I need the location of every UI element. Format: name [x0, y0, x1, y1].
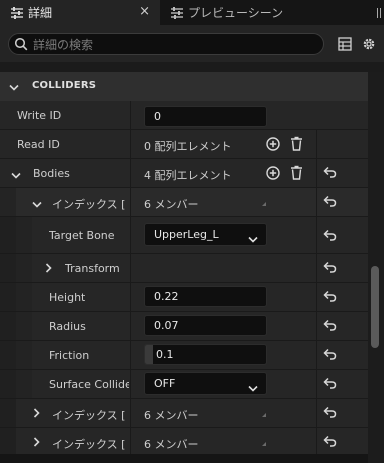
table-view-icon[interactable]	[338, 37, 352, 54]
tab-overflow-icon[interactable]	[377, 8, 381, 18]
gear-icon[interactable]	[361, 36, 377, 55]
surface-collider-value: OFF	[154, 377, 176, 390]
index-2-members: 6 メンバー	[144, 438, 199, 451]
chevron-right-icon[interactable]	[33, 437, 41, 450]
colliders-section-header[interactable]: COLLIDERS	[0, 72, 368, 101]
reset-icon[interactable]	[323, 290, 337, 305]
row-surface-collider: Surface Collider OFF	[0, 370, 368, 399]
reset-icon[interactable]	[323, 435, 337, 450]
surface-collider-dropdown[interactable]: OFF	[144, 372, 267, 395]
tab-details-label: 詳細	[28, 6, 53, 20]
target-bone-dropdown[interactable]: UpperLeg_L	[144, 223, 267, 246]
chevron-down-icon	[248, 379, 258, 400]
target-bone-value: UpperLeg_L	[154, 228, 219, 241]
tab-preview-scene-label: プレビューシーン	[188, 6, 284, 20]
reset-icon[interactable]	[323, 319, 337, 334]
details-icon	[10, 6, 24, 20]
friction-value: 0.1	[156, 348, 174, 361]
trash-icon[interactable]	[290, 136, 303, 154]
add-element-icon[interactable]	[266, 166, 280, 183]
friction-slider-fill	[145, 345, 153, 364]
bodies-label: Bodies	[33, 167, 70, 180]
row-height: Height 0.22	[0, 283, 368, 312]
height-field[interactable]: 0.22	[144, 286, 267, 307]
transform-label: Transform	[65, 262, 120, 275]
reset-icon[interactable]	[323, 229, 337, 244]
index-0-label: インデックス [ 0	[52, 198, 129, 211]
read-id-label: Read ID	[17, 138, 60, 151]
reset-icon[interactable]	[323, 261, 337, 276]
row-index-0: インデックス [ 0 6 メンバー	[0, 188, 368, 217]
row-target-bone: Target Bone UpperLeg_L	[0, 217, 368, 254]
reset-icon[interactable]	[323, 348, 337, 363]
friction-field[interactable]: 0.1	[144, 344, 267, 365]
chevron-right-icon[interactable]	[33, 408, 41, 421]
scrollbar-thumb[interactable]	[371, 266, 379, 348]
add-element-icon[interactable]	[266, 137, 280, 154]
row-write-id: Write ID 0	[0, 101, 368, 130]
reset-icon[interactable]	[323, 195, 337, 210]
tab-close-icon[interactable]: ×	[139, 4, 150, 19]
row-radius: Radius 0.07	[0, 312, 368, 341]
chevron-down-icon	[248, 230, 258, 251]
row-index-1: インデックス [ 1 6 メンバー	[0, 399, 368, 428]
resize-grip-icon	[262, 413, 266, 417]
row-friction: Friction 0.1	[0, 341, 368, 370]
tab-preview-scene[interactable]: プレビューシーン	[160, 0, 384, 25]
read-id-count: 0 配列エレメント	[144, 140, 232, 153]
section-title: COLLIDERS	[32, 80, 97, 91]
surface-collider-label: Surface Collider	[49, 378, 129, 391]
search-icon	[14, 37, 28, 54]
radius-field[interactable]: 0.07	[144, 315, 267, 336]
tab-details[interactable]: 詳細 ×	[0, 0, 160, 25]
panel-bottom-edge	[0, 454, 368, 463]
radius-label: Radius	[49, 320, 86, 333]
search-input[interactable]	[31, 36, 315, 54]
chevron-down-icon[interactable]	[32, 199, 42, 212]
row-transform: Transform	[0, 254, 368, 283]
friction-label: Friction	[49, 349, 90, 362]
chevron-down-icon[interactable]	[11, 170, 21, 183]
row-index-2: インデックス [ 2 6 メンバー	[0, 428, 368, 457]
reset-icon[interactable]	[323, 406, 337, 421]
toolbar-spacer	[0, 62, 384, 72]
row-bodies: Bodies 4 配列エレメント	[0, 159, 368, 188]
index-1-members: 6 メンバー	[144, 409, 199, 422]
reset-icon[interactable]	[323, 377, 337, 392]
bodies-count: 4 配列エレメント	[144, 169, 232, 182]
row-read-id: Read ID 0 配列エレメント	[0, 130, 368, 159]
write-id-field[interactable]: 0	[144, 106, 267, 127]
reset-icon[interactable]	[323, 166, 337, 181]
height-label: Height	[49, 291, 86, 304]
chevron-down-icon	[9, 82, 19, 95]
resize-grip-icon	[262, 442, 266, 446]
chevron-right-icon[interactable]	[45, 263, 53, 276]
index-1-label: インデックス [ 1	[52, 409, 129, 422]
index-2-label: インデックス [ 2	[52, 438, 129, 451]
write-id-label: Write ID	[17, 109, 62, 122]
search-box[interactable]	[8, 33, 324, 55]
target-bone-label: Target Bone	[49, 229, 115, 242]
resize-grip-icon	[262, 202, 266, 206]
index-0-members: 6 メンバー	[144, 198, 199, 211]
trash-icon[interactable]	[290, 165, 303, 183]
preview-scene-icon	[170, 6, 184, 20]
